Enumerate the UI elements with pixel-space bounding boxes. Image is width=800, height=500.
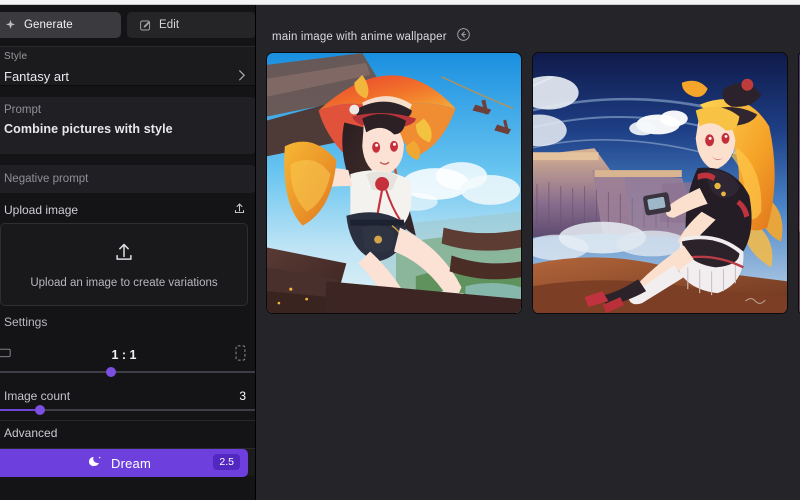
sparkle-icon <box>4 19 17 32</box>
upload-icon[interactable] <box>233 202 246 218</box>
circle-arrow-left-icon[interactable] <box>456 27 471 47</box>
image-gallery <box>266 52 800 314</box>
image-count-label: Image count <box>4 389 70 403</box>
moon-icon <box>89 454 103 473</box>
page-title: main image with anime wallpaper <box>272 31 447 43</box>
upload-image-label: Upload image <box>4 203 78 217</box>
prompt-value: Combine pictures with style <box>0 116 256 136</box>
gallery-item-anime-girl-umbrella[interactable] <box>266 52 522 314</box>
upload-icon <box>113 241 135 268</box>
tab-edit-label: Edit <box>159 19 179 31</box>
settings-label: Settings <box>0 315 47 329</box>
slider-track <box>0 371 256 373</box>
tab-generate-label: Generate <box>24 19 73 31</box>
left-panel: Generate Edit Style Fantasy art <box>0 5 256 500</box>
negative-prompt-field[interactable]: Negative prompt <box>0 165 256 193</box>
main-content: main image with anime wallpaper <box>256 5 800 500</box>
dream-button-bar: Dream 2.5 <box>0 448 256 476</box>
style-label: Style <box>0 47 256 64</box>
aspect-ratio-row[interactable]: 1 : 1 <box>0 342 256 368</box>
prompt-label: Prompt <box>0 97 256 116</box>
dream-button[interactable]: Dream 2.5 <box>0 449 248 477</box>
tab-generate[interactable]: Generate <box>0 12 121 38</box>
negative-prompt-placeholder: Negative prompt <box>0 173 88 185</box>
dream-credit-badge: 2.5 <box>213 454 240 470</box>
upload-dropzone[interactable]: Upload an image to create variations <box>0 223 248 306</box>
aspect-ratio-value: 1 : 1 <box>0 348 256 362</box>
style-row[interactable]: Style Fantasy art <box>0 46 256 86</box>
gallery-item-anime-girl-canyon[interactable] <box>532 52 788 314</box>
prompt-field[interactable]: Prompt Combine pictures with style <box>0 97 256 154</box>
slider-knob[interactable] <box>106 367 116 377</box>
pencil-square-icon <box>139 19 152 32</box>
tab-edit[interactable]: Edit <box>127 12 256 38</box>
app-root: Generate Edit Style Fantasy art <box>0 0 800 500</box>
image-count-row: Image count 3 <box>0 386 256 406</box>
aspect-ratio-slider[interactable] <box>0 367 256 377</box>
slider-knob[interactable] <box>35 405 45 415</box>
image-count-slider[interactable] <box>0 405 256 415</box>
dropzone-text: Upload an image to create variations <box>30 277 217 289</box>
advanced-label: Advanced <box>4 426 57 440</box>
mode-tabs: Generate Edit <box>0 12 256 38</box>
dream-button-label: Dream <box>111 456 151 471</box>
image-count-value: 3 <box>239 389 246 403</box>
chevron-right-icon <box>237 69 246 83</box>
advanced-row[interactable]: Advanced <box>0 420 256 444</box>
slider-fill <box>0 409 40 411</box>
style-value: Fantasy art <box>4 69 69 84</box>
upload-image-header[interactable]: Upload image <box>0 199 256 221</box>
result-header: main image with anime wallpaper <box>272 27 471 47</box>
